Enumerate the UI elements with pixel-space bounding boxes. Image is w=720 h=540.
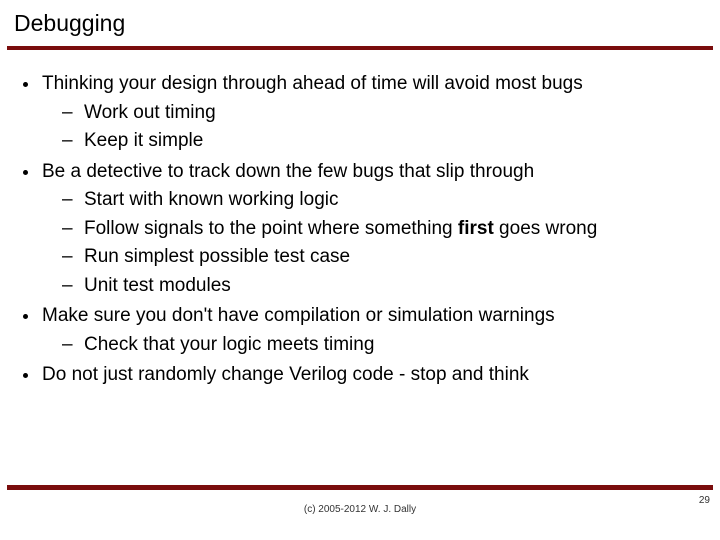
bullet-1-text: Thinking your design through ahead of ti… xyxy=(42,73,583,94)
bullet-2-sub-2: Follow signals to the point where someth… xyxy=(70,215,684,244)
bullet-4: Do not just randomly change Verilog code… xyxy=(40,361,684,390)
bullet-1: Thinking your design through ahead of ti… xyxy=(40,70,684,156)
bullet-1-sub-1: Work out timing xyxy=(70,99,684,128)
page-number: 29 xyxy=(699,495,710,506)
slide: Debugging Thinking your design through a… xyxy=(0,0,720,540)
bullet-3-text: Make sure you don't have compilation or … xyxy=(42,305,555,326)
bullet-3-sub-1: Check that your logic meets timing xyxy=(70,331,684,360)
slide-title: Debugging xyxy=(14,10,125,37)
bullet-1-sub-2: Keep it simple xyxy=(70,127,684,156)
bullet-2-text: Be a detective to track down the few bug… xyxy=(42,161,534,182)
bullet-2-sub-2-part-a: Follow signals to the point where someth… xyxy=(84,218,458,239)
bullet-2-sub-4: Unit test modules xyxy=(70,272,684,301)
bullet-2-sub-2-bold: first xyxy=(458,218,494,239)
slide-body: Thinking your design through ahead of ti… xyxy=(24,70,684,392)
bullet-2: Be a detective to track down the few bug… xyxy=(40,158,684,301)
bullet-2-sub-1: Start with known working logic xyxy=(70,186,684,215)
divider-bottom xyxy=(7,485,713,490)
divider-top xyxy=(7,46,713,50)
footer-copyright: (c) 2005-2012 W. J. Dally xyxy=(0,504,720,515)
bullet-3: Make sure you don't have compilation or … xyxy=(40,302,684,359)
bullet-2-sub-2-part-c: goes wrong xyxy=(494,218,598,239)
bullet-2-sub-3: Run simplest possible test case xyxy=(70,243,684,272)
